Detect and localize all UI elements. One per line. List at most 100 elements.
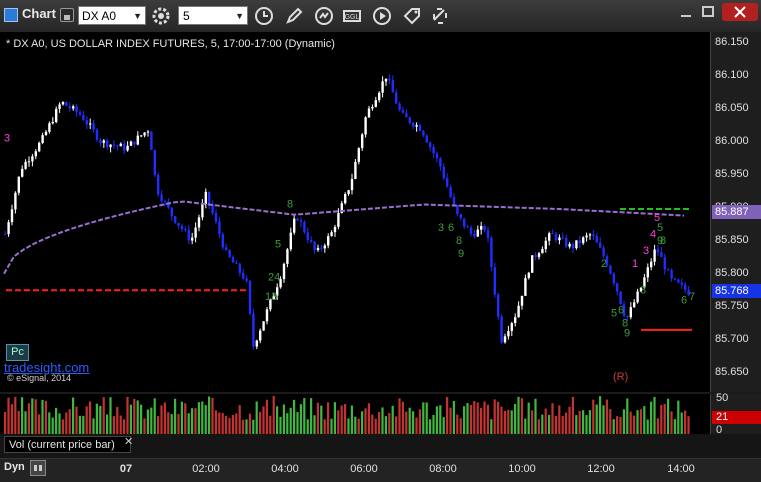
price-chart[interactable]: 3 1 3 4 5 8 5 24 13 3 6 8 9 5 6 8 9 2 3 5 7 8 9 6 * DX A0, US D… xyxy=(0,32,710,392)
symbol-settings-icon[interactable] xyxy=(150,5,172,27)
volume-bar xyxy=(371,414,374,434)
candle-body xyxy=(170,207,173,217)
candle-body xyxy=(497,294,500,317)
ggl-icon[interactable]: GGL xyxy=(341,5,363,27)
candle-body xyxy=(194,227,197,238)
volume-bar xyxy=(24,411,27,434)
volume-bar xyxy=(82,415,85,434)
link-icon[interactable] xyxy=(429,5,451,27)
volume-bar xyxy=(163,402,166,434)
symbol-input[interactable]: DX A0 ▼ xyxy=(78,6,146,25)
candle-body xyxy=(133,141,136,145)
volume-bar xyxy=(150,407,153,434)
time-tick-label: 04:00 xyxy=(271,463,299,475)
refresh-icon[interactable] xyxy=(313,5,335,27)
interval-select[interactable]: 5 ▼ xyxy=(178,6,248,25)
volume-bar xyxy=(119,415,122,434)
volume-bar xyxy=(310,398,313,434)
volume-bar xyxy=(316,402,319,434)
volume-bar xyxy=(449,407,452,434)
close-button[interactable] xyxy=(722,3,758,21)
candle-body xyxy=(548,233,551,241)
tag-icon[interactable] xyxy=(401,5,423,27)
candle-body xyxy=(592,234,595,237)
minimize-button[interactable] xyxy=(675,3,697,21)
candle-body xyxy=(395,92,398,104)
time-axis[interactable] xyxy=(0,458,761,482)
candle-body xyxy=(677,279,680,283)
lock-icon[interactable] xyxy=(60,8,74,22)
candle-body xyxy=(150,131,153,151)
candle-body xyxy=(89,123,92,125)
candle-body xyxy=(565,238,568,247)
volume-bar xyxy=(228,418,231,434)
candle-body xyxy=(561,237,564,239)
chevron-down-icon[interactable]: ▼ xyxy=(235,7,244,26)
candle-body xyxy=(354,161,357,179)
price-tick-label: 85.800 xyxy=(715,266,749,279)
candle-body xyxy=(432,146,435,154)
volume-bar xyxy=(500,406,503,434)
candle-body xyxy=(646,267,649,278)
volume-bar xyxy=(639,409,642,434)
volume-bar xyxy=(320,405,323,434)
pc-badge[interactable]: Pc xyxy=(6,344,29,361)
candle-body xyxy=(578,240,581,244)
candle-body xyxy=(78,112,82,115)
volume-study-label[interactable]: Vol (current price bar) xyxy=(4,436,131,453)
volume-bar xyxy=(21,397,24,434)
volume-bar xyxy=(517,396,520,434)
candle-body xyxy=(248,280,252,314)
volume-bar xyxy=(456,414,459,434)
zoom-icon[interactable] xyxy=(30,460,46,476)
volume-bar xyxy=(646,419,649,434)
candle-body xyxy=(398,103,401,110)
volume-bar xyxy=(524,418,527,434)
candle-body xyxy=(116,145,119,147)
candle-body xyxy=(112,144,116,146)
candle-body xyxy=(667,269,670,271)
volume-bar xyxy=(527,402,530,434)
candle-body xyxy=(670,269,673,279)
td-count-label: 4 xyxy=(650,228,656,240)
candle-body xyxy=(143,132,146,136)
candle-body xyxy=(293,218,296,233)
volume-bar xyxy=(469,405,472,434)
volume-bar xyxy=(289,407,292,434)
volume-bar xyxy=(333,402,336,434)
pencil-icon[interactable] xyxy=(283,5,305,27)
candle-body xyxy=(187,229,190,241)
candle-body xyxy=(140,135,143,137)
chevron-down-icon[interactable]: ▼ xyxy=(133,7,142,26)
volume-bar xyxy=(252,419,255,434)
maximize-button[interactable] xyxy=(697,3,719,21)
candle-body xyxy=(17,176,20,193)
volume-bar xyxy=(262,406,265,434)
volume-bar xyxy=(282,404,285,434)
volume-bar xyxy=(565,412,568,434)
volume-bar xyxy=(432,414,435,434)
td-count-label: 3 xyxy=(643,245,649,257)
candle-body xyxy=(160,194,163,202)
volume-bar xyxy=(191,408,194,434)
candle-body xyxy=(554,233,558,241)
volume-bar xyxy=(466,403,469,434)
play-icon[interactable] xyxy=(371,5,393,27)
volume-bar xyxy=(459,418,462,434)
volume-pane[interactable] xyxy=(0,394,710,434)
price-tick-label: 85.750 xyxy=(715,299,749,312)
volume-bar xyxy=(592,399,595,434)
close-study-icon[interactable]: ✕ xyxy=(124,435,133,448)
volume-bar xyxy=(558,405,561,434)
volume-bar xyxy=(357,418,360,434)
volume-bar xyxy=(214,410,217,434)
candle-body xyxy=(27,161,31,163)
volume-bar xyxy=(384,416,387,434)
td-count-label: 6 xyxy=(681,294,687,306)
candle-body xyxy=(378,92,381,101)
volume-bar xyxy=(78,415,81,434)
volume-bar xyxy=(255,401,258,434)
volume-bar xyxy=(463,406,466,434)
clock-icon[interactable] xyxy=(253,5,275,27)
volume-bar xyxy=(51,417,54,434)
